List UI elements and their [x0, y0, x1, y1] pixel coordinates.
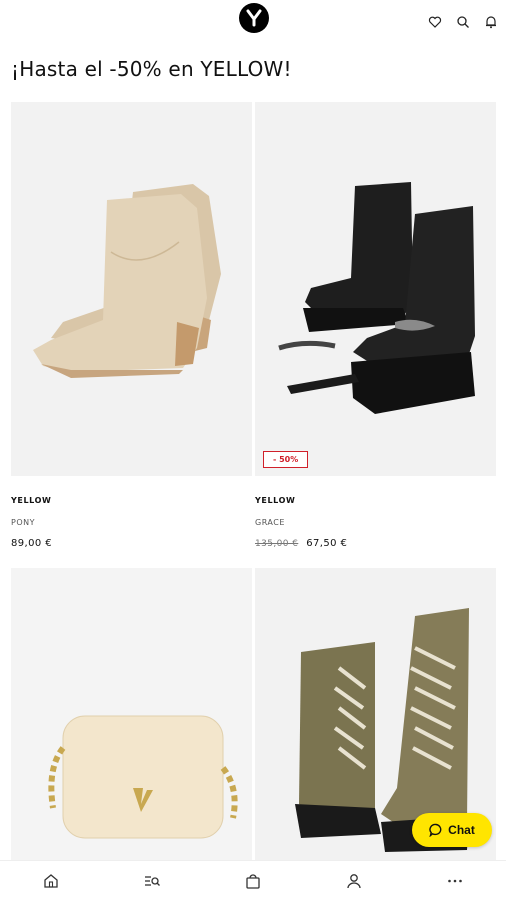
ankle-boots-image: [11, 102, 252, 476]
home-icon[interactable]: [42, 872, 60, 890]
platform-boots-image: [255, 102, 496, 476]
crossbody-bag-image: [11, 568, 252, 860]
search-icon[interactable]: [456, 14, 470, 28]
more-icon[interactable]: [446, 872, 464, 890]
chat-label: Chat: [448, 823, 475, 837]
product-brand: YELLOW: [255, 496, 296, 505]
product-brand: YELLOW: [11, 496, 52, 505]
product-model: PONY: [11, 518, 35, 527]
bell-icon[interactable]: [484, 14, 498, 29]
brand-logo[interactable]: [239, 3, 269, 33]
product-model: GRACE: [255, 518, 285, 527]
product-card[interactable]: - 50% YELLOW GRACE 135,00 € 67,50 €: [255, 102, 496, 562]
chat-bubble-icon: [429, 823, 442, 837]
original-price: 135,00 €: [255, 539, 299, 549]
product-image[interactable]: - 50%: [255, 102, 496, 476]
product-image[interactable]: [11, 568, 252, 860]
sale-price: 67,50 €: [306, 538, 348, 549]
discount-badge: - 50%: [263, 451, 309, 468]
product-card[interactable]: YELLOW PONY 89,00 €: [11, 102, 252, 562]
logo-y-icon: [246, 9, 262, 27]
heart-icon[interactable]: [428, 14, 442, 28]
product-price: 89,00 €: [11, 538, 52, 549]
search-list-icon[interactable]: [143, 872, 161, 890]
bottom-navigation: [0, 860, 506, 901]
product-image[interactable]: [11, 102, 252, 476]
bag-icon[interactable]: [244, 872, 262, 890]
product-card[interactable]: [11, 568, 252, 860]
top-bar: [0, 0, 506, 40]
chat-button[interactable]: Chat: [412, 813, 492, 847]
page-title: ¡Hasta el -50% en YELLOW!: [11, 57, 292, 81]
user-icon[interactable]: [345, 872, 363, 890]
product-price-block: 135,00 € 67,50 €: [255, 538, 347, 549]
